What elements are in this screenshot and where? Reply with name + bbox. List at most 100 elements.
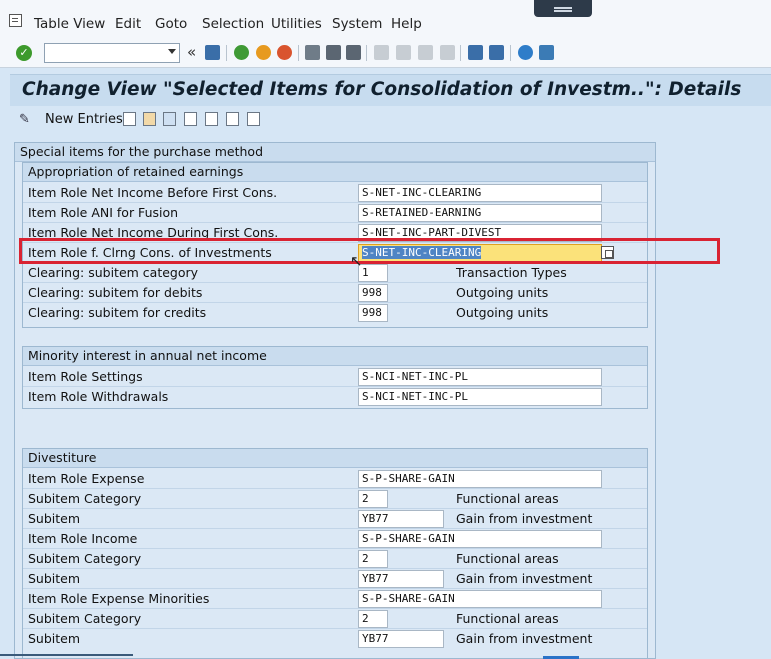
minority-interest-group: Minority interest in annual net income I…: [22, 346, 648, 409]
divestiture-title: Divestiture: [23, 449, 647, 468]
last-page-icon[interactable]: [440, 45, 455, 60]
field-description: Functional areas: [456, 551, 559, 566]
field-label: Subitem Category: [28, 551, 142, 566]
item-role-net-income-before-first-cons-input[interactable]: S-NET-INC-CLEARING: [358, 184, 602, 202]
retained-earnings-title: Appropriation of retained earnings: [23, 163, 647, 182]
toolbar-separator: [510, 45, 511, 61]
field-label: Item Role Income: [28, 531, 138, 546]
status-bar-line: [0, 654, 133, 656]
form-row: Item Role Income S-P-SHARE-GAIN: [23, 529, 647, 549]
form-row: Item Role Withdrawals S-NCI-NET-INC-PL: [23, 387, 647, 407]
subitem-category-input[interactable]: 2: [358, 610, 388, 628]
mouse-cursor-icon: ↖: [350, 252, 363, 270]
save-icon[interactable]: [205, 45, 220, 60]
command-field[interactable]: [44, 43, 180, 63]
field-label: Item Role Expense Minorities: [28, 591, 210, 606]
next-entry-icon[interactable]: [205, 112, 218, 126]
item-role-settings-input[interactable]: S-NCI-NET-INC-PL: [358, 368, 602, 386]
screen-title-bar: Change View "Selected Items for Consolid…: [10, 74, 771, 106]
field-label: Subitem Category: [28, 491, 142, 506]
subitem-category-input[interactable]: 2: [358, 490, 388, 508]
toolbar-separator: [298, 45, 299, 61]
clearing-subitem-debits-input[interactable]: 998: [358, 284, 388, 302]
previous-page-icon[interactable]: [396, 45, 411, 60]
item-role-expense-minorities-input[interactable]: S-P-SHARE-GAIN: [358, 590, 602, 608]
menu-selection[interactable]: Selection: [202, 16, 264, 32]
toolbar-separator: [460, 45, 461, 61]
special-items-title: Special items for the purchase method: [15, 143, 655, 162]
field-description: Functional areas: [456, 491, 559, 506]
toolbar-separator: [366, 45, 367, 61]
field-label: Subitem Category: [28, 611, 142, 626]
field-label: Item Role Net Income Before First Cons.: [28, 185, 278, 200]
delete-icon[interactable]: [143, 112, 156, 126]
field-label: Subitem: [28, 511, 81, 526]
form-row: Subitem YB77 Gain from investment: [23, 509, 647, 529]
clearing-subitem-credits-input[interactable]: 998: [358, 304, 388, 322]
minority-interest-title: Minority interest in annual net income: [23, 347, 647, 366]
form-row: Item Role Expense Minorities S-P-SHARE-G…: [23, 589, 647, 609]
field-description: Gain from investment: [456, 571, 593, 586]
subitem-input[interactable]: YB77: [358, 570, 444, 588]
menu-edit[interactable]: Edit: [115, 16, 141, 32]
form-row: Clearing: subitem category 1 Transaction…: [23, 263, 647, 283]
field-label: Item Role Withdrawals: [28, 389, 169, 404]
print-icon[interactable]: [305, 45, 320, 60]
form-row: Item Role Expense S-P-SHARE-GAIN: [23, 469, 647, 489]
next-page-icon[interactable]: [418, 45, 433, 60]
back-icon[interactable]: [234, 45, 249, 60]
page-title: Change View "Selected Items for Consolid…: [22, 79, 742, 100]
field-label: Clearing: subitem category: [28, 265, 199, 280]
first-page-icon[interactable]: [374, 45, 389, 60]
application-toolbar: ✎ New Entries: [10, 106, 771, 134]
cancel-icon[interactable]: [277, 45, 292, 60]
item-role-withdrawals-input[interactable]: S-NCI-NET-INC-PL: [358, 388, 602, 406]
create-session-icon[interactable]: [468, 45, 483, 60]
subitem-input[interactable]: YB77: [358, 630, 444, 648]
enter-check-icon[interactable]: ✓: [16, 45, 32, 61]
menu-goto[interactable]: Goto: [155, 16, 187, 32]
previous-entry-icon[interactable]: [184, 112, 197, 126]
form-row: Item Role Settings S-NCI-NET-INC-PL: [23, 367, 647, 387]
select-block-icon[interactable]: [247, 112, 260, 126]
field-label: Clearing: subitem for credits: [28, 305, 207, 320]
field-description: Gain from investment: [456, 631, 593, 646]
select-all-icon[interactable]: [226, 112, 239, 126]
shortcut-icon[interactable]: [489, 45, 504, 60]
undo-change-icon[interactable]: [163, 112, 176, 126]
item-role-expense-input[interactable]: S-P-SHARE-GAIN: [358, 470, 602, 488]
display-change-icon[interactable]: ✎: [19, 112, 30, 127]
help-icon[interactable]: [518, 45, 533, 60]
new-entries-button[interactable]: New Entries: [45, 112, 123, 127]
subitem-input[interactable]: YB77: [358, 510, 444, 528]
field-label: Subitem: [28, 571, 81, 586]
form-row: Clearing: subitem for debits 998 Outgoin…: [23, 283, 647, 303]
menu-system[interactable]: System: [332, 16, 382, 32]
field-label: Item Role Expense: [28, 471, 145, 486]
field-label: Subitem: [28, 631, 81, 646]
field-description: Transaction Types: [456, 265, 567, 280]
find-next-icon[interactable]: [346, 45, 361, 60]
menu-utilities[interactable]: Utilities: [271, 16, 322, 32]
form-row: Subitem Category 2 Functional areas: [23, 609, 647, 629]
window-grabber-handle[interactable]: [534, 0, 592, 17]
copy-as-icon[interactable]: [123, 112, 136, 126]
menu-bar: Table View Edit Goto Selection Utilities…: [0, 0, 771, 40]
customize-layout-icon[interactable]: [539, 45, 554, 60]
exit-icon[interactable]: [256, 45, 271, 60]
form-row: Subitem YB77 Gain from investment: [23, 629, 647, 649]
menu-table-view[interactable]: Table View: [34, 16, 105, 32]
collapse-toolbar-icon[interactable]: «: [187, 43, 196, 61]
item-role-ani-fusion-input[interactable]: S-RETAINED-EARNING: [358, 204, 602, 222]
field-description: Outgoing units: [456, 285, 549, 300]
menu-help[interactable]: Help: [391, 16, 422, 32]
command-dropdown-icon[interactable]: [168, 49, 176, 54]
form-row: Item Role ANI for Fusion S-RETAINED-EARN…: [23, 203, 647, 223]
form-row: Item Role Net Income Before First Cons. …: [23, 183, 647, 203]
find-icon[interactable]: [326, 45, 341, 60]
item-role-income-input[interactable]: S-P-SHARE-GAIN: [358, 530, 602, 548]
system-menu-icon[interactable]: [9, 14, 22, 27]
subitem-category-input[interactable]: 2: [358, 550, 388, 568]
form-row: Subitem Category 2 Functional areas: [23, 549, 647, 569]
field-label: Item Role ANI for Fusion: [28, 205, 179, 220]
